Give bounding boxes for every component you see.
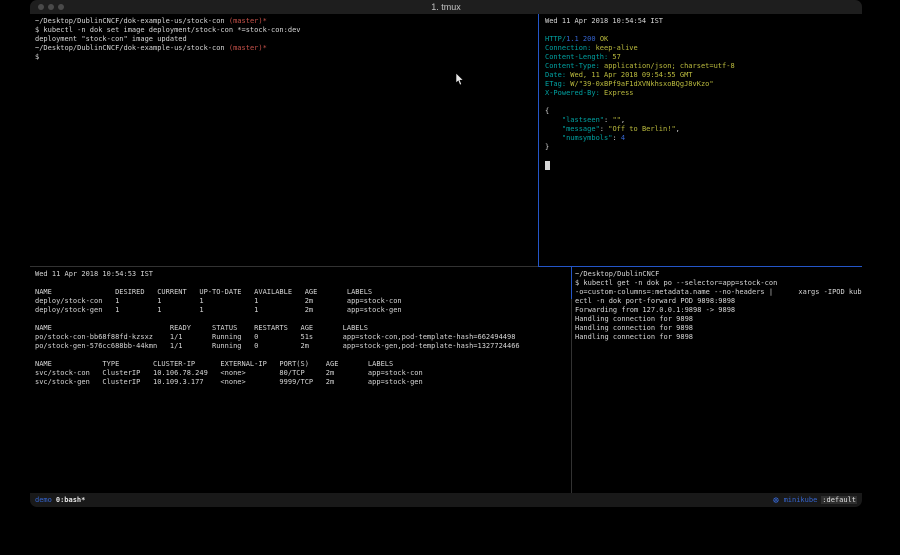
minimize-button[interactable] — [48, 4, 54, 10]
terminal-line: Handling connection for 9898 — [575, 315, 860, 324]
tmux-session: ~/Desktop/DublinCNCF/dok-example-us/stoc… — [30, 14, 862, 493]
terminal-line: po/stock-con-bb68f88fd-kzsxz 1/1 Running… — [35, 333, 565, 342]
terminal-line: -o=custom-columns=:metadata.name --no-he… — [575, 288, 860, 297]
pane-kubectl-watch-tables[interactable]: Wed 11 Apr 2018 10:54:53 IST NAME DESIRE… — [35, 270, 565, 387]
terminal-line — [545, 98, 859, 107]
terminal-line: } — [545, 143, 859, 152]
terminal-line: ~/Desktop/DublinCNCF — [575, 270, 860, 279]
terminal-line: "message": "Off to Berlin!", — [545, 125, 859, 134]
session-name: demo — [35, 496, 52, 504]
terminal-line: Wed 11 Apr 2018 10:54:53 IST — [35, 270, 565, 279]
terminal-line — [35, 279, 565, 288]
pane-shell-kubectl-set-image[interactable]: ~/Desktop/DublinCNCF/dok-example-us/stoc… — [35, 17, 535, 62]
kube-namespace: :default — [821, 496, 857, 504]
close-button[interactable] — [38, 4, 44, 10]
terminal-line: Content-Type: application/json; charset=… — [545, 62, 859, 71]
window-tab-bash[interactable]: 0:bash* — [56, 496, 86, 504]
pane-divider-horizontal-right[interactable] — [538, 266, 862, 267]
pane-http-response[interactable]: Wed 11 Apr 2018 10:54:54 IST HTTP/1.1 20… — [545, 17, 859, 170]
terminal-line — [35, 351, 565, 360]
terminal-line: Forwarding from 127.0.0.1:9898 -> 9898 — [575, 306, 860, 315]
terminal-line — [35, 315, 565, 324]
terminal-line: ETag: W/"39-0xBPf9aF1dXVNkhsxoBQgJ8vKzo" — [545, 80, 859, 89]
terminal-line: Handling connection for 9898 — [575, 324, 860, 333]
terminal-line: deploy/stock-gen 1 1 1 1 2m app=stock-ge… — [35, 306, 565, 315]
terminal-line: $ kubectl -n dok set image deployment/st… — [35, 26, 535, 35]
terminal-line: NAME TYPE CLUSTER-IP EXTERNAL-IP PORT(S)… — [35, 360, 565, 369]
terminal-line: svc/stock-con ClusterIP 10.106.78.249 <n… — [35, 369, 565, 378]
pane-divider-active-corner — [571, 267, 572, 299]
terminal-window: 1. tmux ~/Desktop/DublinCNCF/dok-example… — [30, 0, 862, 507]
terminal-line: deployment "stock-con" image updated — [35, 35, 535, 44]
pane-divider-vertical-top[interactable] — [538, 14, 539, 266]
terminal-line: NAME DESIRED CURRENT UP-TO-DATE AVAILABL… — [35, 288, 565, 297]
status-right: ☸ minikube:default — [772, 496, 857, 505]
traffic-lights — [38, 4, 64, 10]
terminal-line: Wed 11 Apr 2018 10:54:54 IST — [545, 17, 859, 26]
terminal-line: Handling connection for 9898 — [575, 333, 860, 342]
pane-divider-vertical-bottom[interactable] — [571, 267, 572, 493]
terminal-line: $ kubectl get -n dok po --selector=app=s… — [575, 279, 860, 288]
terminal-line: X-Powered-By: Express — [545, 89, 859, 98]
terminal-line: "numsymbols": 4 — [545, 134, 859, 143]
terminal-line: $ — [35, 53, 535, 62]
terminal-line: deploy/stock-con 1 1 1 1 2m app=stock-co… — [35, 297, 565, 306]
terminal-line: ~/Desktop/DublinCNCF/dok-example-us/stoc… — [35, 17, 535, 26]
terminal-line: Content-Length: 57 — [545, 53, 859, 62]
desktop-background: 1. tmux ~/Desktop/DublinCNCF/dok-example… — [0, 0, 900, 555]
window-titlebar: 1. tmux — [30, 0, 862, 14]
mouse-pointer-icon — [455, 73, 464, 91]
terminal-line: Date: Wed, 11 Apr 2018 09:54:55 GMT — [545, 71, 859, 80]
terminal-line: "lastseen": "", — [545, 116, 859, 125]
terminal-line — [545, 161, 859, 170]
terminal-line: svc/stock-gen ClusterIP 10.109.3.177 <no… — [35, 378, 565, 387]
status-left: demo 0:bash* — [35, 496, 85, 504]
pane-port-forward-log[interactable]: ~/Desktop/DublinCNCF$ kubectl get -n dok… — [575, 270, 860, 342]
window-title: 1. tmux — [30, 0, 862, 14]
terminal-line: po/stock-gen-576cc688bb-44kmn 1/1 Runnin… — [35, 342, 565, 351]
terminal-line: NAME READY STATUS RESTARTS AGE LABELS — [35, 324, 565, 333]
terminal-line — [545, 26, 859, 35]
pane-divider-horizontal-left[interactable] — [30, 266, 538, 267]
kube-context: minikube — [784, 496, 818, 504]
kubernetes-icon: ☸ — [772, 496, 779, 505]
terminal-line: { — [545, 107, 859, 116]
terminal-line: Connection: keep-alive — [545, 44, 859, 53]
zoom-button[interactable] — [58, 4, 64, 10]
terminal-line: ~/Desktop/DublinCNCF/dok-example-us/stoc… — [35, 44, 535, 53]
terminal-line: HTTP/1.1 200 OK — [545, 35, 859, 44]
terminal-line: ectl -n dok port-forward POD 9898:9898 — [575, 297, 860, 306]
tmux-status-bar: demo 0:bash* ☸ minikube:default — [30, 493, 862, 507]
terminal-line — [545, 152, 859, 161]
